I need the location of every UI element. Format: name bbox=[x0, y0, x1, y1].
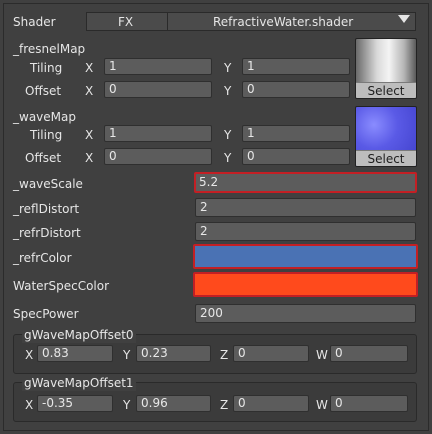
axis-y-label: Y bbox=[224, 61, 232, 75]
offset-y-field[interactable]: 0 bbox=[242, 148, 350, 165]
shader-divider bbox=[167, 13, 168, 30]
refr-distort-field[interactable]: 2 bbox=[195, 222, 416, 241]
axis-w-label: W bbox=[316, 398, 328, 412]
texture-name: _fresnelMap bbox=[13, 42, 86, 56]
fx-button[interactable]: FX bbox=[118, 14, 133, 30]
axis-x-label: X bbox=[25, 398, 34, 412]
tiling-y-field[interactable]: 1 bbox=[242, 125, 350, 142]
refl-distort-label: _reflDistort bbox=[13, 202, 80, 216]
vector-w-field[interactable]: 0 bbox=[330, 395, 408, 412]
refr-distort-label: _refrDistort bbox=[13, 226, 81, 240]
axis-x-label: X bbox=[85, 151, 94, 165]
refr-color-label: _refrColor bbox=[13, 251, 72, 265]
vector-group-title: gWaveMapOffset1 bbox=[22, 375, 136, 391]
texture-name: _waveMap bbox=[13, 110, 76, 124]
water-spec-color-label: WaterSpecColor bbox=[13, 279, 110, 293]
select-texture-button[interactable]: Select bbox=[356, 150, 416, 166]
wave-scale-field[interactable]: 5.2 bbox=[194, 172, 417, 193]
vector-x-field[interactable]: 0.83 bbox=[37, 345, 113, 362]
fresnel-texture-thumbnail[interactable]: Select bbox=[355, 38, 417, 99]
wave-scale-label: _waveScale bbox=[13, 177, 83, 191]
spec-power-label: SpecPower bbox=[13, 307, 79, 321]
tiling-label: Tiling bbox=[30, 128, 63, 142]
vector-z-field[interactable]: 0 bbox=[233, 345, 309, 362]
vector-group-title: gWaveMapOffset0 bbox=[22, 327, 136, 343]
offset-x-field[interactable]: 0 bbox=[104, 81, 212, 98]
vector-z-field[interactable]: 0 bbox=[233, 395, 309, 412]
axis-z-label: Z bbox=[220, 398, 229, 412]
axis-y-label: Y bbox=[224, 128, 232, 142]
offset-label: Offset bbox=[25, 151, 62, 165]
offset-x-field[interactable]: 0 bbox=[104, 148, 212, 165]
tiling-y-field[interactable]: 1 bbox=[242, 58, 350, 75]
shader-label: Shader bbox=[13, 15, 56, 29]
tiling-x-field[interactable]: 1 bbox=[104, 58, 212, 75]
spec-power-field[interactable]: 200 bbox=[195, 304, 416, 323]
axis-z-label: Z bbox=[220, 348, 229, 362]
vector-y-field[interactable]: 0.96 bbox=[136, 395, 211, 412]
axis-y-label: Y bbox=[123, 398, 131, 412]
axis-x-label: X bbox=[25, 348, 34, 362]
vector-w-field[interactable]: 0 bbox=[330, 345, 408, 362]
triangle-down-icon[interactable] bbox=[398, 15, 410, 23]
wave-texture-thumbnail[interactable]: Select bbox=[355, 106, 417, 167]
offset-y-field[interactable]: 0 bbox=[242, 81, 350, 98]
refl-distort-field[interactable]: 2 bbox=[195, 198, 416, 217]
axis-y-label: Y bbox=[224, 84, 232, 98]
shader-dropdown-value[interactable]: RefractiveWater.shader bbox=[213, 14, 353, 30]
axis-y-label: Y bbox=[224, 151, 232, 165]
vector-x-field[interactable]: -0.35 bbox=[37, 395, 113, 412]
axis-x-label: X bbox=[85, 84, 94, 98]
axis-y-label: Y bbox=[123, 348, 131, 362]
axis-w-label: W bbox=[316, 348, 328, 362]
tiling-label: Tiling bbox=[30, 61, 63, 75]
select-texture-button[interactable]: Select bbox=[356, 82, 416, 98]
tiling-x-field[interactable]: 1 bbox=[104, 125, 212, 142]
refr-color-swatch[interactable] bbox=[193, 244, 418, 269]
water-spec-color-swatch[interactable] bbox=[193, 272, 418, 297]
axis-x-label: X bbox=[85, 61, 94, 75]
vector-y-field[interactable]: 0.23 bbox=[136, 345, 211, 362]
offset-label: Offset bbox=[25, 84, 62, 98]
axis-x-label: X bbox=[85, 128, 94, 142]
